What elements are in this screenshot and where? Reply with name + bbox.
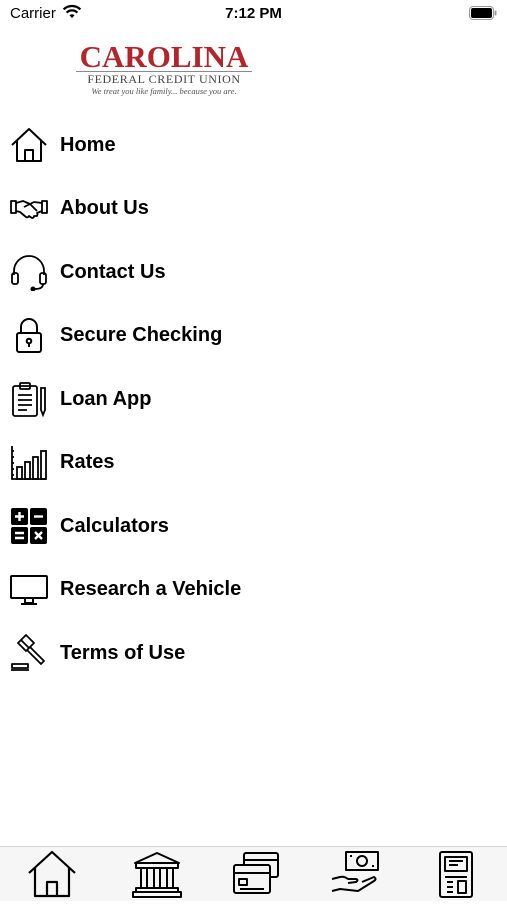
menu-label-rates: Rates — [60, 450, 115, 473]
calculator-icon — [10, 507, 48, 545]
logo-name: CAROLINA — [79, 39, 249, 74]
menu-item-about-us[interactable]: About Us — [0, 178, 507, 238]
menu-label-about-us: About Us — [60, 196, 149, 219]
monitor-icon — [10, 570, 48, 608]
status-bar: Carrier 7:12 PM — [0, 0, 507, 28]
headset-icon — [10, 253, 48, 292]
menu-label-loan-app: Loan App — [60, 387, 152, 410]
logo-subtitle: FEDERAL CREDIT UNION — [87, 72, 241, 86]
home-icon — [26, 850, 78, 903]
clock: 7:12 PM — [225, 5, 282, 22]
menu-label-contact-us: Contact Us — [60, 260, 166, 283]
handshake-icon — [10, 189, 48, 227]
menu-label-research-vehicle: Research a Vehicle — [60, 577, 242, 600]
tab-money[interactable] — [330, 849, 382, 899]
bar-chart-icon — [10, 443, 48, 481]
brand-logo: CAROLINA FEDERAL CREDIT UNION We treat y… — [74, 39, 254, 100]
home-icon — [10, 126, 48, 164]
menu-item-loan-app[interactable]: Loan App — [0, 369, 507, 429]
lock-icon — [10, 316, 48, 354]
menu-item-home[interactable]: Home — [0, 115, 507, 175]
tab-bank[interactable] — [131, 849, 183, 899]
bank-icon — [131, 852, 183, 903]
money-hand-icon — [330, 851, 382, 903]
menu-label-home: Home — [60, 133, 116, 156]
menu-item-calculators[interactable]: Calculators — [0, 496, 507, 556]
gavel-icon — [10, 634, 48, 672]
menu-item-rates[interactable]: Rates — [0, 432, 507, 492]
clipboard-icon — [10, 380, 48, 418]
battery-icon — [469, 6, 497, 25]
tab-atm[interactable] — [430, 849, 482, 899]
menu-item-research-vehicle[interactable]: Research a Vehicle — [0, 559, 507, 619]
tab-bar — [0, 846, 507, 901]
menu-label-terms-of-use: Terms of Use — [60, 641, 186, 664]
tab-home[interactable] — [26, 849, 78, 899]
menu-item-secure-checking[interactable]: Secure Checking — [0, 305, 507, 365]
menu-label-secure-checking: Secure Checking — [60, 323, 223, 346]
menu-item-terms-of-use[interactable]: Terms of Use — [0, 623, 507, 683]
cards-icon — [230, 852, 282, 903]
logo-tagline: We treat you like family... because you … — [91, 86, 237, 96]
tab-cards[interactable] — [230, 849, 282, 899]
atm-icon — [430, 851, 482, 903]
menu-item-contact-us[interactable]: Contact Us — [0, 242, 507, 302]
menu-label-calculators: Calculators — [60, 514, 169, 537]
